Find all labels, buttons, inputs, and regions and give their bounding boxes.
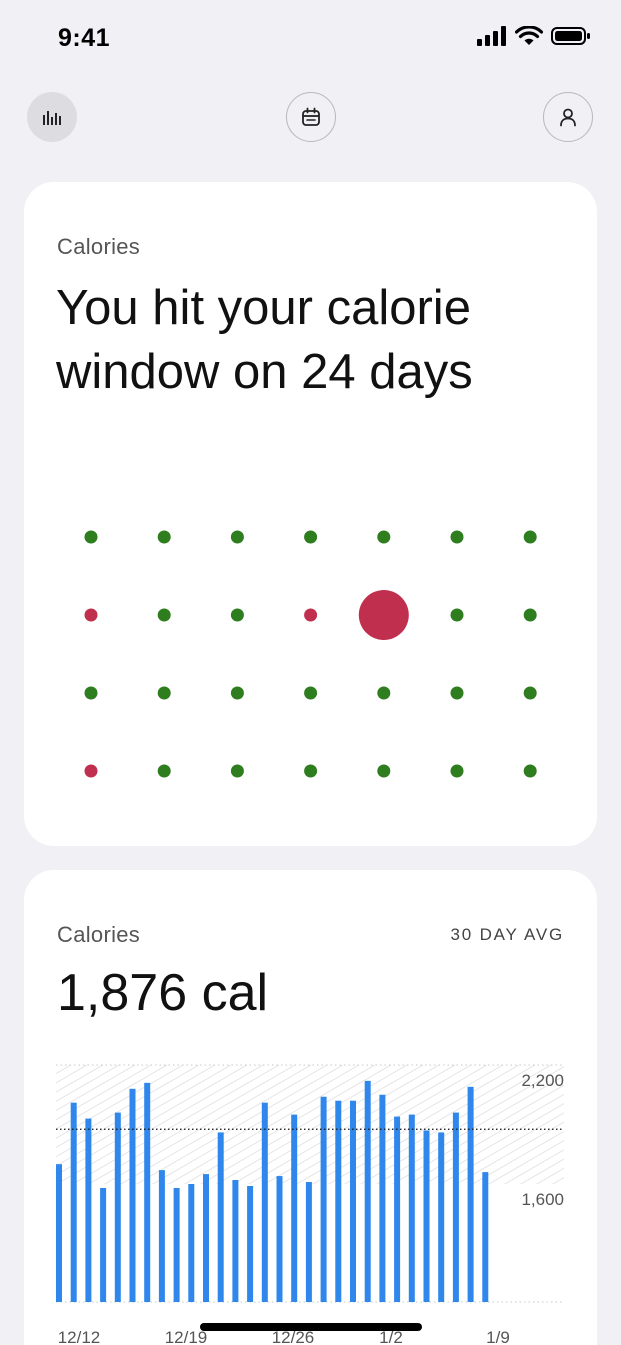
- day-dot-hit[interactable]: [523, 530, 537, 544]
- calorie-bar[interactable]: [291, 1114, 298, 1302]
- calorie-bar[interactable]: [320, 1096, 327, 1302]
- calorie-bar[interactable]: [276, 1176, 283, 1302]
- calorie-days-dot-grid: [84, 530, 537, 778]
- calorie-bar[interactable]: [203, 1174, 209, 1302]
- stats-nav-button[interactable]: [27, 92, 77, 142]
- calorie-bar[interactable]: [261, 1102, 268, 1302]
- day-dot-hit[interactable]: [450, 764, 464, 778]
- status-time: 9:41: [58, 24, 111, 52]
- day-dot-hit[interactable]: [377, 530, 391, 544]
- calorie-bar[interactable]: [232, 1180, 239, 1302]
- day-dot-hit[interactable]: [377, 764, 391, 778]
- wifi-icon: [515, 26, 543, 45]
- calorie-bar[interactable]: [408, 1114, 415, 1302]
- calorie-window-card[interactable]: Calories You hit your calorie window on …: [24, 182, 597, 846]
- calorie-bar[interactable]: [247, 1185, 254, 1302]
- calorie-bar[interactable]: [70, 1102, 77, 1302]
- calorie-bar[interactable]: [114, 1112, 121, 1302]
- day-dot-hit[interactable]: [157, 686, 171, 700]
- x-tick-label: 1/9: [486, 1328, 510, 1345]
- calorie-bar[interactable]: [188, 1184, 195, 1302]
- calorie-bar[interactable]: [350, 1100, 356, 1302]
- x-tick-label: 12/12: [58, 1328, 101, 1345]
- calorie-average-card[interactable]: Calories 30 DAY AVG 1,876 cal 2,200 1,600…: [24, 870, 597, 1345]
- calorie-bar[interactable]: [56, 1164, 62, 1302]
- home-indicator: [200, 1323, 422, 1331]
- cellular-signal-icon: [477, 26, 506, 46]
- calorie-bar[interactable]: [379, 1094, 386, 1302]
- day-dot-hit[interactable]: [84, 530, 98, 544]
- calendar-icon: [302, 107, 320, 126]
- day-dot-hit[interactable]: [523, 686, 537, 700]
- day-dot-hit[interactable]: [230, 686, 244, 700]
- calorie-bar[interactable]: [394, 1116, 401, 1302]
- profile-nav-button[interactable]: [543, 92, 593, 142]
- day-dot-hit[interactable]: [84, 686, 98, 700]
- calorie-bar[interactable]: [305, 1182, 312, 1302]
- day-dot-hit[interactable]: [377, 686, 391, 700]
- person-icon: [560, 108, 576, 127]
- day-dot-hit[interactable]: [523, 608, 537, 622]
- calorie-bar[interactable]: [158, 1170, 165, 1302]
- calorie-bar[interactable]: [452, 1112, 459, 1302]
- battery-icon: [551, 27, 590, 45]
- day-dot-hit[interactable]: [230, 608, 244, 622]
- calorie-bar[interactable]: [335, 1100, 342, 1302]
- day-dot-hit[interactable]: [230, 764, 244, 778]
- day-dot-hit[interactable]: [523, 764, 537, 778]
- day-dot-hit[interactable]: [157, 530, 171, 544]
- day-dot-hit[interactable]: [450, 686, 464, 700]
- day-dot-miss[interactable]: [84, 608, 98, 622]
- y-tick-label: 2,200: [521, 1071, 564, 1090]
- day-dot-hit[interactable]: [450, 608, 464, 622]
- calorie-bar[interactable]: [85, 1118, 92, 1302]
- calorie-bar[interactable]: [423, 1130, 430, 1302]
- calorie-bar[interactable]: [482, 1172, 489, 1302]
- status-bar: 9:41: [0, 0, 621, 80]
- day-dot-hit[interactable]: [230, 530, 244, 544]
- day-dot-hit[interactable]: [304, 530, 318, 544]
- calorie-bar[interactable]: [217, 1132, 224, 1302]
- day-dot-miss[interactable]: [84, 764, 98, 778]
- day-dot-hit[interactable]: [157, 764, 171, 778]
- x-tick-label: 12/19: [165, 1328, 208, 1345]
- status-icons: [477, 26, 591, 46]
- calorie-bar[interactable]: [364, 1080, 371, 1302]
- day-dot-hit[interactable]: [157, 608, 171, 622]
- y-tick-label: 1,600: [521, 1190, 564, 1209]
- calendar-nav-button[interactable]: [286, 92, 336, 142]
- calorie-bar[interactable]: [129, 1088, 136, 1302]
- day-dot-miss[interactable]: [304, 608, 318, 622]
- day-dot-hit[interactable]: [304, 686, 318, 700]
- calorie-bar[interactable]: [144, 1082, 151, 1302]
- calorie-bar[interactable]: [173, 1187, 180, 1302]
- calorie-bar[interactable]: [467, 1086, 474, 1302]
- day-dot-today[interactable]: [358, 590, 409, 640]
- calorie-bar[interactable]: [438, 1132, 445, 1302]
- calorie-bar-chart: 2,2001,60012/12 12/19 12/26 1/2 1/9: [56, 1064, 564, 1345]
- day-dot-hit[interactable]: [304, 764, 318, 778]
- bar-chart-icon: [43, 111, 61, 125]
- calorie-bar[interactable]: [100, 1187, 107, 1302]
- day-dot-hit[interactable]: [450, 530, 464, 544]
